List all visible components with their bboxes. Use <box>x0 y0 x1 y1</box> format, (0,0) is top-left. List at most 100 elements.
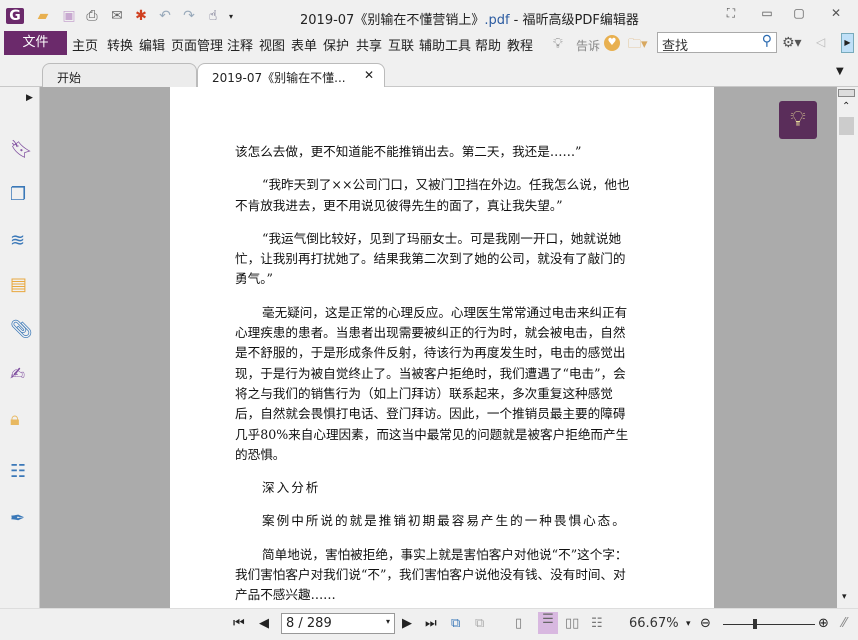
find-folder-icon[interactable]: 🗀︎▾ <box>628 35 648 57</box>
menu-item[interactable]: 教程 <box>507 35 533 54</box>
zoom-in-icon[interactable]: ⊕ <box>818 616 829 631</box>
tab-label: 2019-07《别输在不懂... <box>212 71 346 85</box>
text-line: 勇气。” <box>235 271 273 287</box>
signature-icon[interactable]: ✍ <box>10 364 32 386</box>
tab-start[interactable]: 开始 <box>42 63 197 87</box>
next-page-icon[interactable]: ▶ <box>402 616 412 631</box>
text-line: 将之与我们的销售行为（如上门拜访）联系起来，多次重复这种感觉 <box>235 385 613 401</box>
zoom-level[interactable]: 66.67% <box>629 616 679 631</box>
settings-gear-icon[interactable]: ⚙▾ <box>782 35 802 51</box>
scroll-up-icon[interactable]: ⌃ <box>842 101 850 112</box>
text-line: 的恐惧。 <box>235 446 286 462</box>
paragraph: “我运气倒比较好，见到了玛丽女士。可是我刚一开口，她就说她忙，让我别再打扰她了。… <box>235 229 655 290</box>
minimize-button[interactable]: ▭ <box>756 6 778 22</box>
paragraph: 深入分析 <box>235 478 655 498</box>
email-icon[interactable]: ✉ <box>108 8 126 24</box>
page-number: 8 / 289 <box>286 616 332 631</box>
vertical-scrollbar[interactable]: ⌃ ▾ <box>837 87 858 608</box>
first-page-icon[interactable]: ⏮ <box>233 616 245 631</box>
app-logo-icon: G <box>6 8 24 24</box>
paragraph: 该怎么去做，更不知道能不能推销出去。第二天，我还是……” <box>235 142 655 162</box>
scroll-thumb[interactable] <box>839 117 854 135</box>
search-placeholder: 查找 <box>662 39 689 54</box>
restore-button[interactable]: ▢ <box>788 6 810 22</box>
menu-item[interactable]: 视图 <box>259 35 285 54</box>
text-line: “我昨天到了××公司门口，又被门卫挡在外边。任我怎么说，他也 <box>262 177 630 193</box>
text-line: 忙，让我别再打扰她了。结果我第二次到了她的公司，就没有了敲门的 <box>235 251 626 267</box>
zoom-slider[interactable] <box>723 624 815 625</box>
text-line: 案例中所说的就是推销初期最容易产生的一种畏惧心态。 <box>262 513 627 529</box>
text-line: 心理疾患的患者。当患者出现需要被纠正的行为时，就会被电击，自然 <box>235 325 626 341</box>
paragraph: 案例中所说的就是推销初期最容易产生的一种畏惧心态。 <box>235 511 655 531</box>
page-text: 该怎么去做，更不知道能不能推销出去。第二天，我还是……” “我昨天到了××公司门口… <box>235 142 655 619</box>
bookmark-icon[interactable]: 🔖︎ <box>10 139 33 161</box>
menu-item[interactable]: 转换 <box>107 35 133 54</box>
menu-item[interactable]: 表单 <box>291 35 317 54</box>
title-app: - 福昕高级PDF编辑器 <box>509 13 639 28</box>
comments-icon[interactable]: ▤ <box>10 274 32 296</box>
attachment-icon[interactable]: 📎︎ <box>10 319 33 341</box>
heart-icon[interactable]: ♥ <box>604 35 620 51</box>
new-icon[interactable]: ✱ <box>132 8 150 24</box>
fullscreen-icon[interactable]: ⛶ <box>720 6 742 22</box>
close-tab-icon[interactable]: ✕ <box>364 68 374 82</box>
search-input[interactable]: 查找 ⚲ <box>657 32 777 54</box>
tell-me[interactable]: 告诉 <box>576 37 600 54</box>
continuous-facing-icon[interactable]: ☷ <box>591 616 603 631</box>
split-handle[interactable] <box>838 89 855 97</box>
menu-item[interactable]: 辅助工具 <box>419 35 471 54</box>
tip-lightbulb-button[interactable]: 💡︎ <box>779 101 817 139</box>
customize-dropdown-icon[interactable]: ▾ <box>222 8 240 24</box>
tab-document[interactable]: 2019-07《别输在不懂... ✕ <box>197 63 385 88</box>
prev-page-icon[interactable]: ◀ <box>259 616 269 631</box>
text-line: 后，自然就会畏惧打电话、登门拜访。因此，一个推销员最主要的障碍 <box>235 406 626 422</box>
zoom-dropdown-icon[interactable]: ▾ <box>686 619 691 629</box>
previous-view-icon[interactable]: ⧉ <box>451 616 460 631</box>
menu-item[interactable]: 主页 <box>72 35 98 54</box>
page-number-input[interactable]: 8 / 289 ▾ <box>281 613 395 634</box>
page-dropdown-icon[interactable]: ▾ <box>386 617 390 626</box>
menu-item[interactable]: 互联 <box>388 35 414 54</box>
text-line: 现，于是行为被自觉终止了。当被客户拒绝时，我们遭遇了“电击”，会 <box>235 365 626 381</box>
open-icon[interactable]: ▰ <box>34 8 52 24</box>
facing-page-icon[interactable]: ▯▯ <box>565 616 579 631</box>
continuous-page-icon[interactable]: ☰ <box>538 612 558 634</box>
last-page-icon[interactable]: ⏭ <box>425 616 437 631</box>
single-page-icon[interactable]: ▯ <box>515 616 522 631</box>
next-view-icon[interactable]: ⧉ <box>475 616 484 631</box>
close-button[interactable]: ✕ <box>825 6 847 22</box>
menu-item[interactable]: 页面管理 <box>171 35 223 54</box>
search-icon[interactable]: ⚲ <box>762 33 772 49</box>
certify-pen-icon[interactable]: ✒ <box>10 508 32 530</box>
menu-item[interactable]: 编辑 <box>139 35 165 54</box>
text-line: 我们害怕客户对我们说“不”，我们害怕客户说他没有钱、没有时间、对 <box>235 567 626 583</box>
ribbon-right-button[interactable]: ▶ <box>841 33 854 53</box>
print-icon[interactable]: ⎙ <box>83 8 101 24</box>
zoom-out-icon[interactable]: ⊖ <box>700 616 711 631</box>
menu-item[interactable]: 保护 <box>323 35 349 54</box>
text-line: 不肯放我进去，更不用说见彼得先生的面了，真让我失望。” <box>235 197 563 213</box>
undo-icon[interactable]: ↶ <box>156 8 174 24</box>
resize-grip-icon[interactable]: ⁄⁄ <box>842 616 846 631</box>
expand-panel-icon[interactable]: ▶ <box>26 93 33 103</box>
file-menu-button[interactable]: 文件 <box>4 31 67 55</box>
layers-icon[interactable]: ≋ <box>10 230 32 252</box>
scroll-down-icon[interactable]: ▾ <box>842 592 847 602</box>
redo-icon[interactable]: ↷ <box>180 8 198 24</box>
menu-item[interactable]: 共享 <box>356 35 382 54</box>
text-line: “我运气倒比较好，见到了玛丽女士。可是我刚一开口，她就说她 <box>262 230 622 246</box>
pages-thumbnail-icon[interactable]: ❐ <box>10 184 32 206</box>
form-fields-icon[interactable]: ☷ <box>10 461 32 483</box>
menu-item[interactable]: 帮助 <box>475 35 501 54</box>
zoom-slider-thumb[interactable] <box>753 619 758 629</box>
security-lock-icon[interactable]: 🔒︎ <box>10 409 32 431</box>
paragraph: “我昨天到了××公司门口，又被门卫挡在外边。任我怎么说，他也不肯放我进去，更不用… <box>235 175 655 216</box>
menu-item[interactable]: 注释 <box>227 35 253 54</box>
title-filename: 2019-07《别输在不懂营销上》 <box>300 13 485 28</box>
save-icon[interactable]: ▣ <box>60 8 78 24</box>
paragraph: 简单地说，害怕被拒绝，事实上就是害怕客户对他说“不”这个字： 我们害怕客户对我们说… <box>235 545 655 606</box>
text-line: 是不舒服的，于是形成条件反射，待该行为再度发生时，电击的感觉出 <box>235 345 626 361</box>
tab-list-dropdown-icon[interactable]: ▼ <box>836 66 844 77</box>
hand-tool-icon[interactable]: ☝ <box>204 8 222 24</box>
ribbon-left-icon[interactable]: ◁ <box>816 35 825 49</box>
